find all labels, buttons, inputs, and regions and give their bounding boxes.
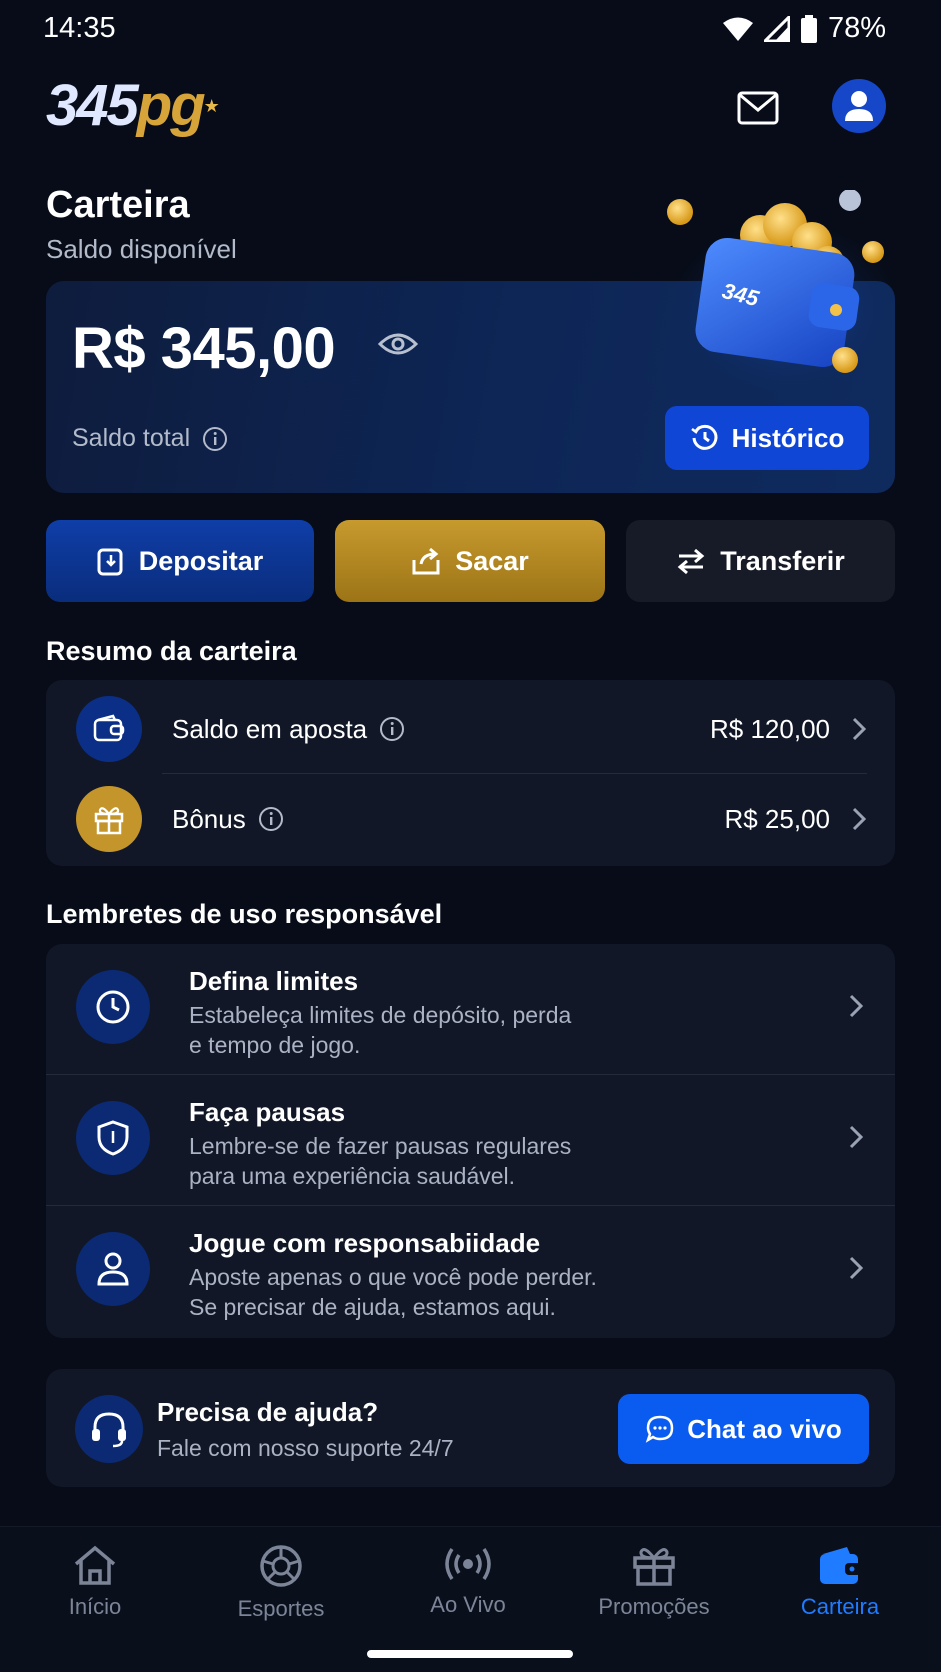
chevron-right-icon — [849, 1256, 863, 1280]
info-icon[interactable] — [379, 716, 405, 742]
reminder-title: Jogue com responsabiidade — [189, 1228, 541, 1258]
logo-suffix: pg — [136, 73, 206, 138]
reminder-desc-line: para uma experiência saudável. — [189, 1163, 516, 1189]
chevron-right-icon — [852, 717, 866, 741]
logo-number: 345 — [46, 73, 139, 138]
reminder-desc-line: Estabeleça limites de depósito, perda — [189, 1002, 572, 1028]
reminder-desc-line: e tempo de jogo. — [189, 1032, 361, 1058]
nav-label: Carteira — [800, 1594, 880, 1619]
transfer-label: Transferir — [720, 545, 845, 576]
chevron-right-icon — [852, 807, 866, 831]
divider — [162, 773, 867, 774]
deposit-icon — [97, 548, 123, 576]
help-title: Precisa de ajuda? — [157, 1397, 379, 1427]
summary-row-bonus[interactable]: Bônus R$ 25,00 — [76, 786, 866, 852]
nav-label: Esportes — [237, 1596, 325, 1621]
info-icon[interactable] — [202, 426, 228, 452]
reminder-description: Lembre-se de fazer pausas regulares para… — [189, 1131, 649, 1191]
reminder-title: Defina limites — [189, 966, 359, 996]
summary-value: R$ 120,00 — [710, 713, 830, 744]
history-button[interactable]: Histórico — [665, 406, 869, 470]
logo-star-icon: ★ — [203, 96, 220, 116]
eye-icon[interactable] — [377, 330, 419, 363]
history-icon — [690, 424, 718, 450]
transfer-button[interactable]: Transferir — [626, 520, 895, 602]
signal-icon — [763, 15, 790, 42]
summary-label: Bônus — [172, 803, 246, 834]
clock-icon — [76, 970, 150, 1044]
reminder-desc-line: Se precisar de ajuda, estamos aqui. — [189, 1294, 556, 1320]
wallet-icon — [76, 696, 142, 762]
live-icon — [445, 1548, 491, 1580]
help-subtitle: Fale com nosso suporte 24/7 — [157, 1435, 454, 1461]
mail-button[interactable] — [730, 80, 786, 136]
reminders-title: Lembretes de uso responsável — [46, 899, 443, 929]
gift-icon — [633, 1548, 675, 1586]
nav-item-live[interactable]: Ao Vivo — [388, 1544, 548, 1618]
withdraw-icon — [412, 547, 440, 575]
balance-amount: R$ 345,00 — [72, 316, 336, 381]
page-title: Carteira — [46, 184, 190, 226]
wifi-icon — [722, 17, 753, 41]
info-icon[interactable] — [258, 806, 284, 832]
summary-row-bet-balance[interactable]: Saldo em aposta R$ 120,00 — [76, 696, 866, 762]
nav-label: Início — [68, 1594, 122, 1619]
chevron-right-icon — [849, 1125, 863, 1149]
mail-icon — [737, 91, 779, 125]
person-icon — [76, 1232, 150, 1306]
reminder-description: Aposte apenas o que você pode perder. Se… — [189, 1262, 649, 1322]
reminder-desc-line: Lembre-se de fazer pausas regulares — [189, 1133, 572, 1159]
gift-icon — [76, 786, 142, 852]
nav-label: Promoções — [598, 1594, 710, 1619]
nav-item-home[interactable]: Início — [15, 1544, 175, 1620]
home-icon — [74, 1545, 116, 1585]
reminder-title: Faça pausas — [189, 1097, 346, 1127]
withdraw-label: Sacar — [455, 545, 529, 576]
nav-item-wallet[interactable]: Carteira — [760, 1544, 920, 1620]
reminder-item-responsibility[interactable]: Jogue com responsabiidade Aposte apenas … — [46, 1206, 895, 1337]
total-balance-label: Saldo total — [72, 424, 228, 453]
reminder-description: Estabeleça limites de depósito, perda e … — [189, 1000, 649, 1060]
chat-icon — [645, 1415, 674, 1443]
deposit-button[interactable]: Depositar — [46, 520, 314, 602]
live-chat-button[interactable]: Chat ao vivo — [618, 1394, 869, 1464]
user-icon — [845, 91, 873, 121]
withdraw-button[interactable]: Sacar — [335, 520, 605, 602]
ball-icon — [260, 1545, 302, 1587]
headset-icon — [75, 1395, 143, 1463]
wallet-icon — [820, 1547, 861, 1584]
profile-button[interactable] — [832, 79, 886, 133]
deposit-label: Depositar — [138, 545, 264, 576]
status-icons: 78% — [722, 12, 886, 45]
reminder-item-pauses[interactable]: Faça pausas Lembre-se de fazer pausas re… — [46, 1075, 895, 1206]
summary-value: R$ 25,00 — [724, 803, 830, 834]
total-balance-text: Saldo total — [72, 424, 191, 452]
shield-icon — [76, 1101, 150, 1175]
summary-title: Resumo da carteira — [46, 636, 297, 666]
chevron-right-icon — [849, 994, 863, 1018]
nav-label: Ao Vivo — [430, 1592, 506, 1617]
status-time: 14:35 — [43, 12, 116, 44]
wallet-illustration: 345 — [660, 189, 900, 390]
battery-icon — [800, 14, 817, 43]
nav-item-promotions[interactable]: Promoções — [574, 1544, 734, 1620]
transfer-icon — [677, 548, 705, 575]
page-subtitle: Saldo disponível — [46, 234, 237, 264]
reminder-item-limits[interactable]: Defina limites Estabeleça limites de dep… — [46, 944, 895, 1075]
logo: 345pg★ — [46, 73, 220, 138]
history-button-label: Histórico — [731, 422, 845, 453]
summary-label: Saldo em aposta — [172, 713, 368, 744]
reminder-desc-line: Aposte apenas o que você pode perder. — [189, 1264, 597, 1290]
nav-item-sports[interactable]: Esportes — [201, 1544, 361, 1622]
live-chat-label: Chat ao vivo — [687, 1413, 842, 1444]
home-indicator[interactable] — [367, 1650, 573, 1658]
battery-level: 78% — [827, 12, 886, 44]
